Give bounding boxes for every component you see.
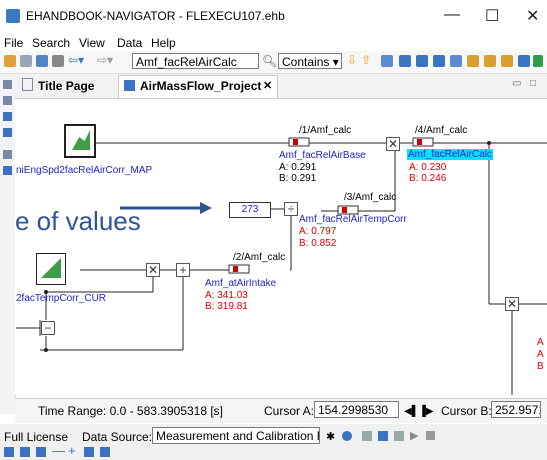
- overlay-text: e of values: [15, 206, 141, 236]
- data-source-select[interactable]: Measurement and Calibration Files ▾: [152, 427, 320, 444]
- signal-a-facrelaircalc: A: 0.230: [409, 162, 447, 173]
- signal-a-facrelairbase: A: 0.291: [279, 162, 317, 173]
- footer-icon-2[interactable]: [20, 447, 30, 457]
- signal-name-facrelairtempcorr[interactable]: Amf_facRelAirTempCorr: [299, 214, 407, 225]
- calc-label-4: /4/Amf_calc: [415, 125, 468, 136]
- edge-letter-1: A: [537, 337, 544, 348]
- expand-icon[interactable]: +: [68, 443, 76, 458]
- map-block-icon[interactable]: [64, 124, 96, 158]
- multiply-block-1[interactable]: ✕: [386, 137, 400, 151]
- play-icon[interactable]: ▶: [410, 429, 418, 442]
- license-text: Full License: [4, 430, 69, 444]
- cursor-a-step-icons[interactable]: ◀▌▐▶: [404, 406, 434, 417]
- add-block[interactable]: +: [176, 263, 190, 277]
- divide-block[interactable]: ÷: [284, 202, 298, 216]
- subtract-block[interactable]: −: [41, 321, 55, 335]
- settings-icon[interactable]: ✱: [326, 430, 335, 443]
- tool-icon-c[interactable]: [394, 431, 404, 441]
- cursor-b-label: Cursor B:: [441, 404, 492, 418]
- time-range-text: Time Range: 0.0 - 583.3905318 [s]: [38, 404, 224, 418]
- signal-name-facrelairbase[interactable]: Amf_facRelAirBase: [279, 150, 366, 161]
- stop-icon[interactable]: [426, 431, 435, 440]
- signal-b-atairintake: B: 319.81: [205, 301, 248, 312]
- calc-label-2: /2/Amf_calc: [233, 252, 286, 263]
- edge-letter-3: B: [537, 361, 544, 372]
- cursor-a-input[interactable]: 154.2998530: [314, 401, 399, 418]
- multiply-block-2[interactable]: ✕: [146, 263, 160, 277]
- signal-b-facrelairbase: B: 0.291: [279, 173, 317, 184]
- connect-icon[interactable]: [342, 431, 352, 441]
- curve-label: 2facTempCorr_CUR: [16, 293, 107, 304]
- data-source-label: Data Source:: [82, 430, 153, 444]
- cursor-a-label: Cursor A:: [264, 404, 315, 418]
- footer-icon-5[interactable]: [100, 447, 110, 457]
- signal-b-facrelairtempcorr: B: 0.852: [299, 238, 337, 249]
- calc-label-3: /3/Amf_calc: [344, 192, 397, 203]
- tool-icon-b[interactable]: [378, 431, 388, 441]
- signal-a-atairintake: A: 341.03: [205, 290, 248, 301]
- edge-letter-2: A: [537, 349, 544, 360]
- cursor-b-input[interactable]: 252.9571716: [491, 401, 541, 418]
- footer-icon-1[interactable]: [4, 447, 14, 457]
- footer-icon-4[interactable]: [84, 447, 94, 457]
- signal-b-facrelaircalc: B: 0.246: [409, 173, 447, 184]
- signal-name-atairintake[interactable]: Amf_atAirIntake: [205, 278, 276, 289]
- tool-icon-a[interactable]: [362, 431, 372, 441]
- collapse-icon[interactable]: —: [52, 443, 65, 458]
- signal-name-facrelaircalc[interactable]: Amf_facRelAirCalc: [407, 149, 493, 160]
- curve-block-icon[interactable]: [36, 253, 66, 285]
- calc-label-1: /1/Amf_calc: [299, 125, 352, 136]
- signal-a-facrelairtempcorr: A: 0.797: [299, 226, 337, 237]
- footer-icon-3[interactable]: [36, 447, 46, 457]
- multiply-block-3[interactable]: ✕: [505, 297, 519, 311]
- map-label: niEngSpd2facRelAirCorr_MAP: [16, 165, 153, 176]
- constant-block[interactable]: 273: [229, 202, 271, 218]
